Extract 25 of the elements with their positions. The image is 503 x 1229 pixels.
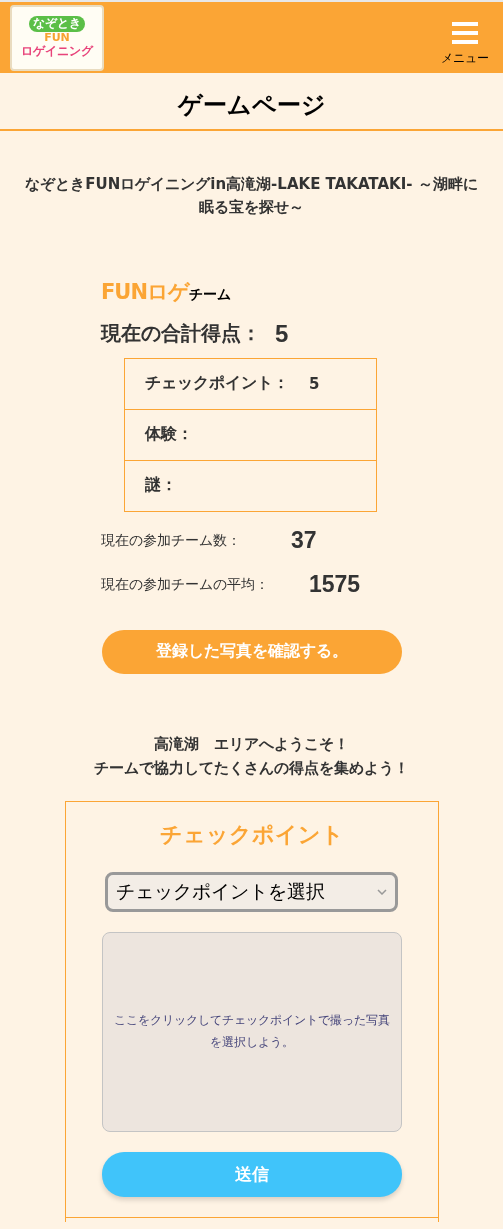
- chevron-icon: [377, 889, 387, 895]
- stat-label: 現在の参加チーム数：: [101, 531, 241, 550]
- checkpoint-select[interactable]: チェックポイントを選択: [105, 872, 398, 912]
- score-label: 体験：: [145, 424, 193, 445]
- team-label: チーム: [189, 285, 231, 304]
- logo-text: FUN: [44, 32, 70, 45]
- score-label: 謎：: [145, 475, 177, 496]
- total-score-value: 5: [275, 319, 289, 348]
- photo-upload-area[interactable]: ここをクリックしてチェックポイントで撮った写真を選択しよう。: [101, 932, 402, 1132]
- stat-value: 37: [291, 527, 317, 554]
- logo[interactable]: なぞとき FUN ロゲイニング: [10, 4, 104, 71]
- welcome-message: 高滝湖 エリアへようこそ！ チームで協力してたくさんの得点を集めよう！: [93, 733, 410, 780]
- score-label: チェックポイント：: [145, 373, 289, 394]
- menu-button[interactable]: メニュー: [441, 22, 489, 67]
- stat-label: 現在の参加チームの平均：: [101, 575, 269, 594]
- logo-text: ロゲイニング: [21, 44, 93, 59]
- menu-icon: [452, 22, 478, 44]
- event-title: なぞときFUNロゲイニングin高滝湖-LAKE TAKATAKI- ～湖畔に眠る宝を探せ～: [24, 174, 479, 219]
- page-title: ゲームページ: [0, 73, 503, 131]
- team-name: FUNロゲ: [101, 278, 189, 306]
- stat-value: 1575: [309, 571, 361, 598]
- total-score-label: 現在の合計得点：: [101, 320, 261, 347]
- card-title: チェックポイント: [159, 821, 344, 849]
- score-value: 5: [309, 374, 320, 393]
- logo-tag: なぞとき: [29, 16, 85, 33]
